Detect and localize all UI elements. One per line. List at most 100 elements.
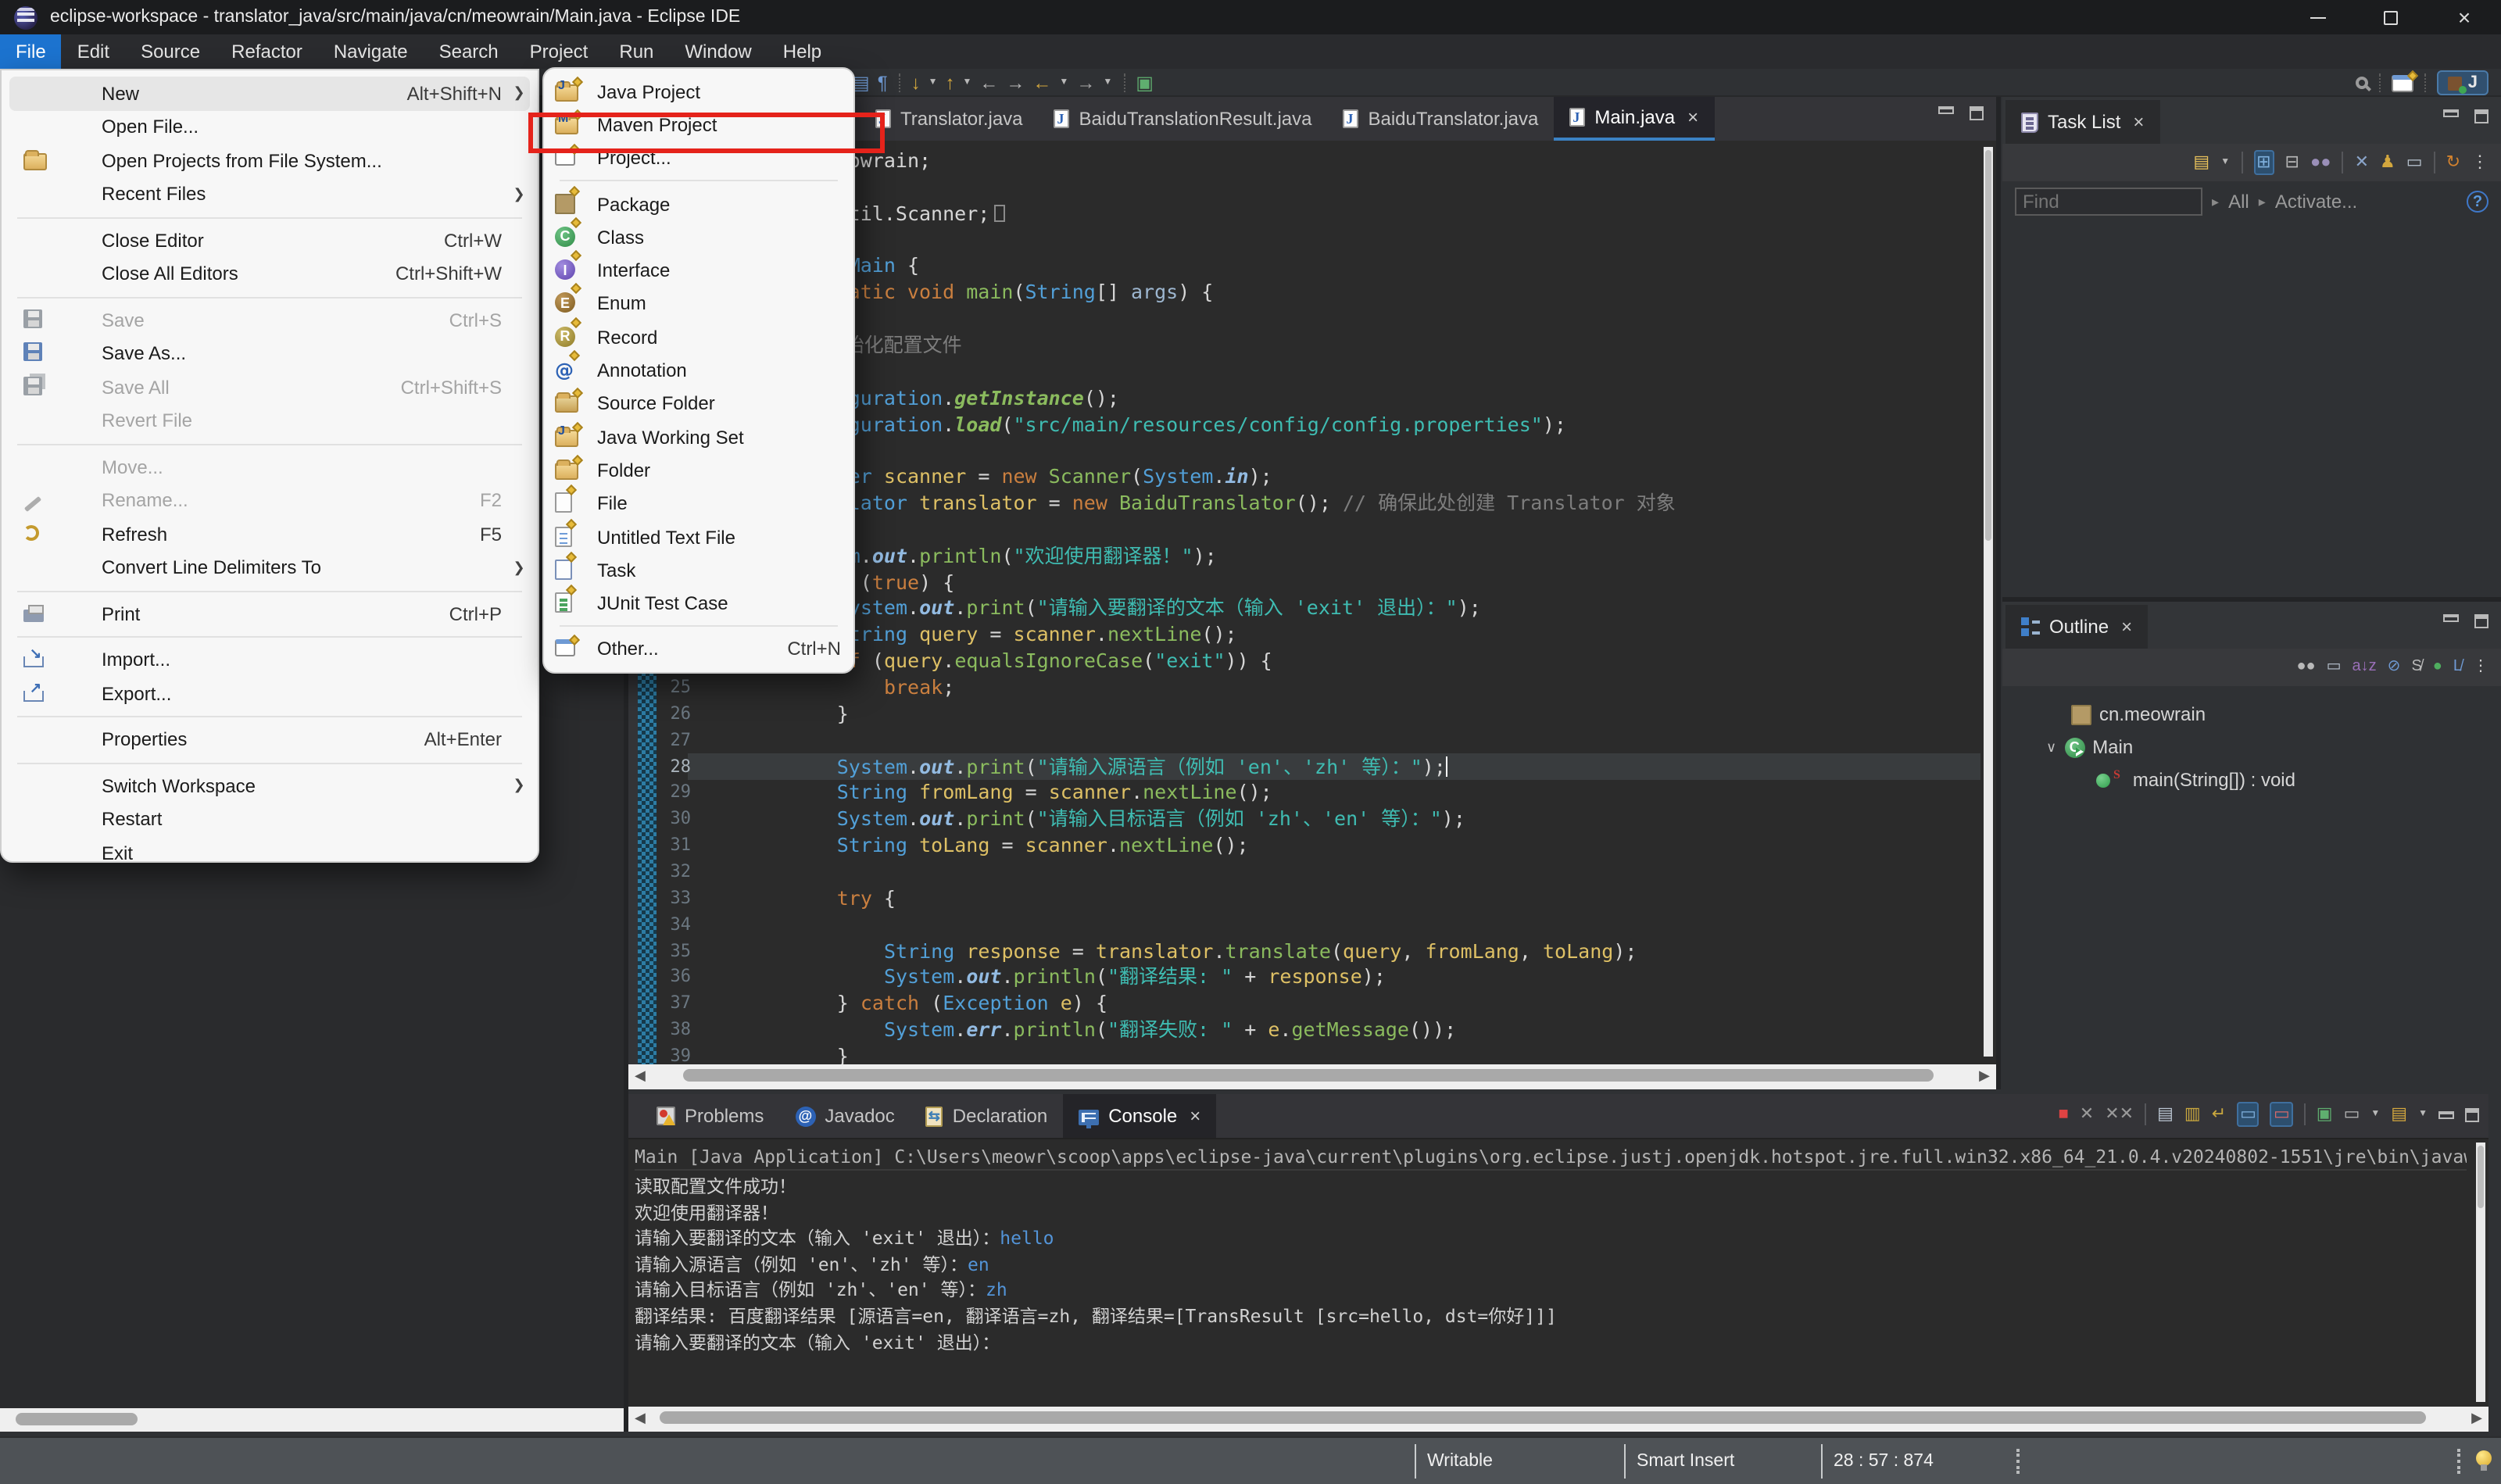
menu-project[interactable]: Project	[514, 34, 604, 69]
hide-fields-icon[interactable]: ⊘	[2388, 656, 2401, 678]
console-hscrollbar[interactable]: ◀ ▶	[628, 1407, 2488, 1432]
close-task-list-icon[interactable]: ×	[2133, 111, 2144, 133]
new-submenu-item-class[interactable]: C Class	[544, 216, 853, 254]
forward-icon[interactable]: →	[1076, 70, 1095, 95]
collapse-all-icon[interactable]: ▭	[2406, 152, 2423, 173]
minimize-outline-icon[interactable]	[2443, 614, 2459, 622]
help-icon[interactable]: ?	[2467, 191, 2488, 213]
menu-window[interactable]: Window	[669, 34, 767, 69]
maximize-task-list-icon[interactable]	[2474, 109, 2488, 123]
tab-declaration[interactable]: Declaration	[911, 1094, 1063, 1138]
file-menu-item-move[interactable]: Move...	[9, 450, 530, 484]
task-find-input[interactable]	[2015, 188, 2202, 216]
file-menu-item-switch-workspace[interactable]: Switch Workspace ❯	[9, 769, 530, 803]
chevron-down-icon[interactable]: ∨	[2046, 738, 2056, 756]
java-perspective-button[interactable]: J	[2436, 70, 2488, 95]
display-selected-console-icon[interactable]: ▭	[2344, 1103, 2360, 1125]
dropdown-caret-icon[interactable]: ▼	[1103, 78, 1112, 88]
menu-help[interactable]: Help	[767, 34, 837, 69]
my-tasks-icon[interactable]: ♟	[2380, 152, 2395, 173]
file-menu-item-revert-file[interactable]: Revert File	[9, 404, 530, 438]
categorized-view-icon[interactable]: ⊞	[2253, 150, 2274, 175]
tab-task-list[interactable]: Task List ×	[2005, 100, 2160, 144]
new-submenu-item-folder[interactable]: Folder	[544, 454, 853, 488]
scroll-right-icon[interactable]: ▶	[2471, 1410, 2482, 1427]
tab-baidutranslationresult-java[interactable]: J BaiduTranslationResult.java	[1039, 97, 1328, 141]
collapse-all-icon[interactable]: ▭	[2327, 656, 2342, 678]
scroll-left-icon[interactable]: ◀	[635, 1410, 646, 1427]
scroll-right-icon[interactable]: ▶	[1979, 1067, 1990, 1085]
file-menu-item-open-file[interactable]: Open File...	[9, 110, 530, 144]
last-edit-location-icon[interactable]: ←	[979, 70, 998, 95]
file-menu-item-save[interactable]: Save Ctrl+S	[9, 303, 530, 337]
outline-item-main-string-void[interactable]: Smain(String[]) : void	[2090, 764, 2308, 796]
editor-vscrollbar[interactable]	[1984, 147, 1993, 1057]
file-menu-item-save-as[interactable]: Save As...	[9, 337, 530, 370]
task-filter-all[interactable]: All	[2228, 191, 2249, 213]
clear-console-icon[interactable]: ▤	[2157, 1103, 2174, 1125]
file-menu-item-refresh[interactable]: Refresh F5	[9, 517, 530, 551]
outline-item-main[interactable]: ∨ C Main	[2046, 731, 2133, 763]
file-menu-item-import[interactable]: ↘ Import...	[9, 643, 530, 677]
scheduled-view-icon[interactable]: ⊟	[2285, 152, 2299, 173]
console-vscrollbar[interactable]	[2476, 1143, 2485, 1402]
file-menu-item-close-editor[interactable]: Close Editor Ctrl+W	[9, 223, 530, 257]
remove-launch-icon[interactable]: ✕	[2080, 1103, 2094, 1125]
task-filter-activate[interactable]: Activate...	[2275, 191, 2357, 213]
file-menu-item-close-all-editors[interactable]: Close All Editors Ctrl+Shift+W	[9, 257, 530, 291]
tab-console[interactable]: Console ×	[1063, 1094, 1217, 1138]
new-submenu-item-task[interactable]: Task	[544, 551, 853, 587]
new-submenu-item-other[interactable]: Other... Ctrl+N	[544, 633, 853, 667]
outline-item-cn-meowrain[interactable]: cn.meowrain	[2071, 699, 2206, 730]
tab-javadoc[interactable]: @ Javadoc	[779, 1094, 910, 1138]
hide-non-public-icon[interactable]: ●	[2433, 656, 2442, 678]
tab-problems[interactable]: Problems	[641, 1094, 779, 1138]
dropdown-caret-icon[interactable]: ▼	[928, 78, 938, 88]
minimize-task-list-icon[interactable]	[2443, 109, 2459, 117]
open-perspective-icon[interactable]	[2391, 70, 2418, 92]
maximize-button[interactable]	[2354, 0, 2428, 34]
close-tab-icon[interactable]: ×	[1687, 106, 1698, 128]
hide-static-icon[interactable]: S̸	[2411, 656, 2421, 678]
dropdown-caret-icon[interactable]: ▼	[1059, 78, 1068, 88]
file-menu-item-open-projects-from-file-system[interactable]: Open Projects from File System...	[9, 144, 530, 177]
close-outline-icon[interactable]: ×	[2121, 616, 2132, 638]
close-button[interactable]: ×	[2428, 0, 2501, 34]
file-menu-item-properties[interactable]: Properties Alt+Enter	[9, 723, 530, 756]
view-menu-icon[interactable]: ⋮	[2473, 656, 2488, 678]
sort-icon[interactable]: a↓z	[2353, 656, 2377, 678]
menu-refactor[interactable]: Refactor	[216, 34, 318, 69]
pin-console-icon[interactable]: ▣	[2317, 1103, 2333, 1125]
previous-annotation-icon[interactable]: ↑	[946, 70, 955, 95]
tips-lightbulb-icon[interactable]	[2476, 1450, 2492, 1471]
new-submenu-item-java-working-set[interactable]: J Java Working Set	[544, 420, 853, 454]
editor-hscrollbar[interactable]: ◀ ▶	[628, 1064, 1996, 1089]
show-on-stderr-icon[interactable]: ▭	[2270, 1102, 2293, 1127]
file-menu-item-save-all[interactable]: Save All Ctrl+Shift+S	[9, 370, 530, 404]
back-icon[interactable]: ←	[1032, 70, 1051, 95]
next-edit-location-icon[interactable]: →	[1006, 70, 1025, 95]
new-submenu-item-package[interactable]: Package	[544, 184, 853, 221]
file-menu-item-export[interactable]: ↗ Export...	[9, 677, 530, 710]
minimize-editor-icon[interactable]	[1938, 106, 1954, 114]
menu-file[interactable]: File	[0, 34, 62, 69]
tab-main-java[interactable]: J Main.java ×	[1554, 97, 1715, 141]
menu-search[interactable]: Search	[424, 34, 514, 69]
menu-source[interactable]: Source	[125, 34, 216, 69]
new-submenu-item-source-folder[interactable]: Source Folder	[544, 387, 853, 420]
new-submenu-item-interface[interactable]: I Interface	[544, 250, 853, 288]
menu-navigate[interactable]: Navigate	[318, 34, 424, 69]
scroll-lock-icon[interactable]: ▥	[2184, 1103, 2201, 1125]
remove-all-launches-icon[interactable]: ✕✕	[2105, 1103, 2134, 1125]
focus-workweek-icon[interactable]: ●●	[2310, 152, 2331, 173]
dropdown[interactable]: ▼	[2370, 1103, 2380, 1125]
next-annotation-icon[interactable]: ↓	[911, 70, 921, 95]
console-output[interactable]: Main [Java Application] C:\Users\meowr\s…	[628, 1138, 2488, 1407]
hide-local-types-icon[interactable]: L̸	[2453, 656, 2462, 678]
new-submenu-item-untitled-text-file[interactable]: Untitled Text File	[544, 517, 853, 554]
show-on-stdout-icon[interactable]: ▭	[2237, 1102, 2259, 1127]
open-console-icon[interactable]: ▤	[2391, 1103, 2407, 1125]
new-submenu-item-enum[interactable]: E Enum	[544, 283, 853, 321]
tab-translator-java[interactable]: J Translator.java	[860, 97, 1039, 141]
new-submenu-item-annotation[interactable]: @ Annotation	[544, 349, 853, 388]
